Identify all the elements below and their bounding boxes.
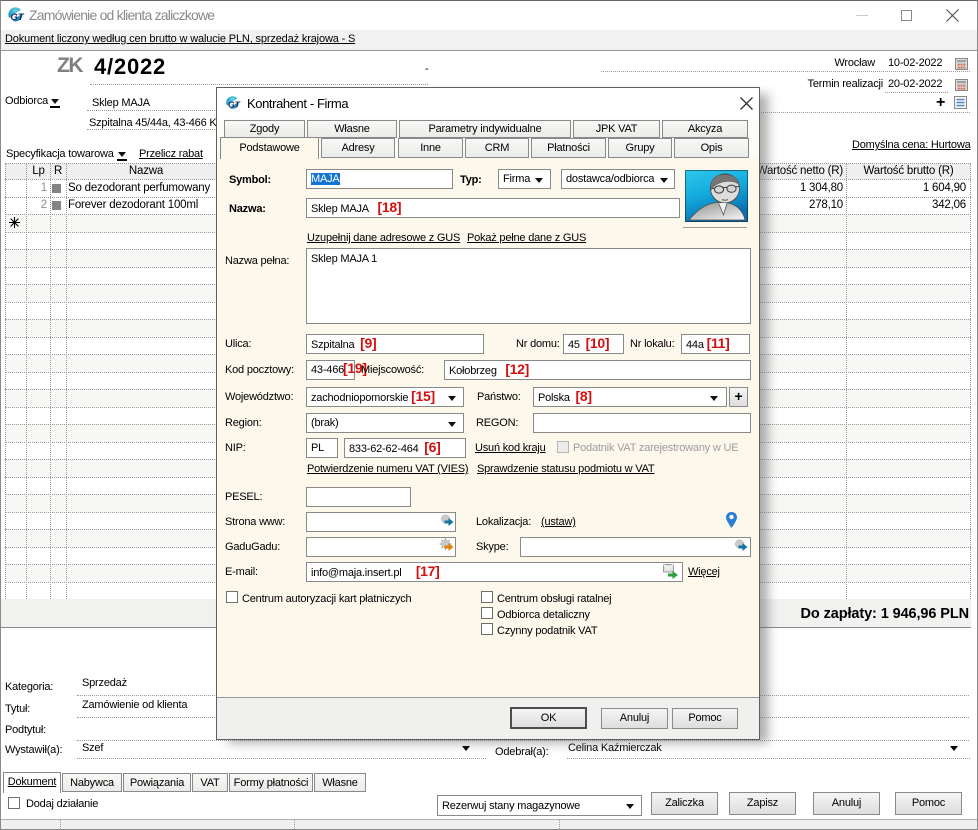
svg-text:GT: GT [10, 12, 24, 23]
svg-text:GT: GT [228, 100, 241, 110]
